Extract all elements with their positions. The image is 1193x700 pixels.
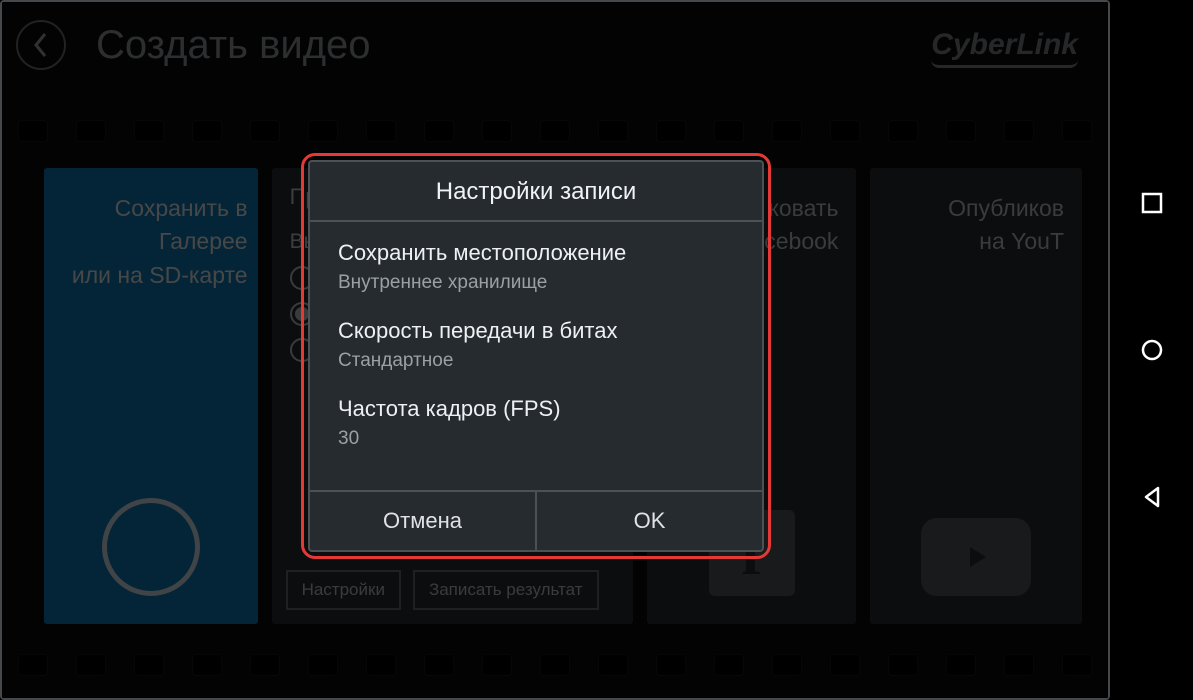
setting-value: Стандартное	[338, 350, 734, 372]
recording-settings-dialog: Настройки записи Сохранить местоположени…	[308, 160, 764, 552]
dialog-highlight: Настройки записи Сохранить местоположени…	[301, 153, 771, 559]
dialog-title: Настройки записи	[310, 162, 762, 222]
dialog-buttons: Отмена OK	[310, 490, 762, 550]
nav-back-button[interactable]	[1138, 483, 1166, 511]
dialog-items: Сохранить местоположение Внутреннее хран…	[310, 222, 762, 490]
setting-fps[interactable]: Частота кадров (FPS) 30	[310, 384, 762, 462]
ok-button[interactable]: OK	[535, 492, 762, 550]
nav-home-button[interactable]	[1138, 336, 1166, 364]
triangle-left-icon	[1140, 485, 1164, 509]
setting-bitrate[interactable]: Скорость передачи в битах Стандартное	[310, 306, 762, 384]
android-navbar	[1110, 0, 1193, 700]
circle-icon	[1140, 338, 1164, 362]
setting-label: Частота кадров (FPS)	[338, 396, 734, 422]
setting-label: Сохранить местоположение	[338, 240, 734, 266]
setting-value: 30	[338, 428, 734, 450]
setting-save-location[interactable]: Сохранить местоположение Внутреннее хран…	[310, 228, 762, 306]
setting-value: Внутреннее хранилище	[338, 272, 734, 294]
cancel-button[interactable]: Отмена	[310, 492, 535, 550]
setting-label: Скорость передачи в битах	[338, 318, 734, 344]
square-icon	[1141, 192, 1163, 214]
nav-recent-button[interactable]	[1138, 189, 1166, 217]
